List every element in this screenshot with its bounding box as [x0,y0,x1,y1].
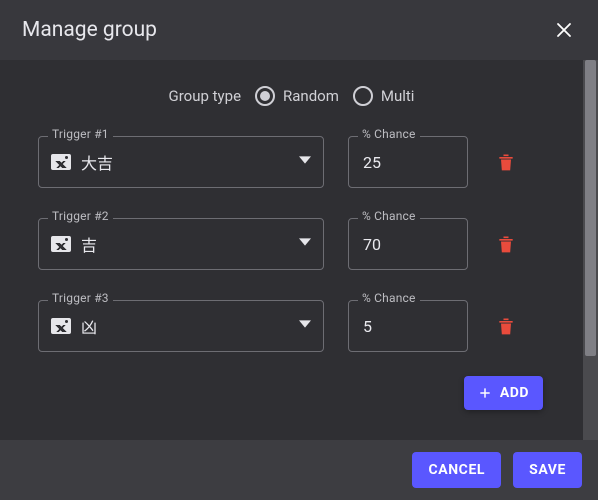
trigger-select[interactable]: Trigger #2 吉 [38,218,324,270]
modal-title: Manage group [22,18,157,42]
chance-value: 70 [363,235,381,254]
trigger-row: Trigger #3 凶 % Chance 5 [38,300,545,352]
group-type-option-random[interactable]: Random [255,86,339,106]
radio-icon [353,86,373,106]
save-button[interactable]: SAVE [513,452,582,488]
trigger-select[interactable]: Trigger #3 凶 [38,300,324,352]
group-type-row: Group type Random Multi [38,86,545,106]
plus-icon [478,386,492,400]
image-icon [51,236,71,252]
trash-icon [496,233,516,255]
delete-button[interactable] [492,300,516,352]
trigger-name-text: 凶 [81,314,97,338]
field-label: Trigger #2 [48,209,113,223]
add-button-label: ADD [500,385,529,401]
chevron-down-icon [299,318,311,334]
modal-body: Group type Random Multi Trigger #1 [0,60,583,440]
close-button[interactable] [552,18,576,42]
group-type-option-label: Multi [381,87,415,105]
trigger-row: Trigger #1 大吉 % Chance 25 [38,136,545,188]
chance-input[interactable]: % Chance 25 [348,136,468,188]
image-icon [51,318,71,334]
save-button-label: SAVE [529,462,566,478]
delete-button[interactable] [492,218,516,270]
modal-header: Manage group [0,0,598,60]
trigger-select[interactable]: Trigger #1 大吉 [38,136,324,188]
scrollbar[interactable] [583,60,598,440]
trash-icon [496,151,516,173]
chevron-down-icon [299,154,311,170]
image-icon [51,154,71,170]
field-label: Trigger #3 [48,291,113,305]
trash-icon [496,315,516,337]
field-label: % Chance [358,209,420,223]
chance-value: 25 [363,153,381,172]
cancel-button[interactable]: CANCEL [412,452,501,488]
chevron-down-icon [299,236,311,252]
modal-body-wrap: Group type Random Multi Trigger #1 [0,60,598,440]
group-type-label: Group type [169,87,242,105]
group-type-option-label: Random [283,87,339,105]
group-type-option-multi[interactable]: Multi [353,86,415,106]
field-label: Trigger #1 [48,127,113,141]
field-label: % Chance [358,291,420,305]
cancel-button-label: CANCEL [428,462,485,478]
modal-footer: CANCEL SAVE [0,440,598,500]
close-icon [555,21,573,39]
trigger-name-text: 大吉 [81,150,113,174]
trigger-row: Trigger #2 吉 % Chance 70 [38,218,545,270]
delete-button[interactable] [492,136,516,188]
chance-value: 5 [363,317,372,336]
radio-icon [255,86,275,106]
add-button[interactable]: ADD [464,376,543,410]
field-label: % Chance [358,127,420,141]
chance-input[interactable]: % Chance 70 [348,218,468,270]
add-row: ADD [38,376,543,410]
trigger-name-text: 吉 [81,232,97,256]
manage-group-modal: Manage group Group type Random Multi [0,0,598,500]
chance-input[interactable]: % Chance 5 [348,300,468,352]
